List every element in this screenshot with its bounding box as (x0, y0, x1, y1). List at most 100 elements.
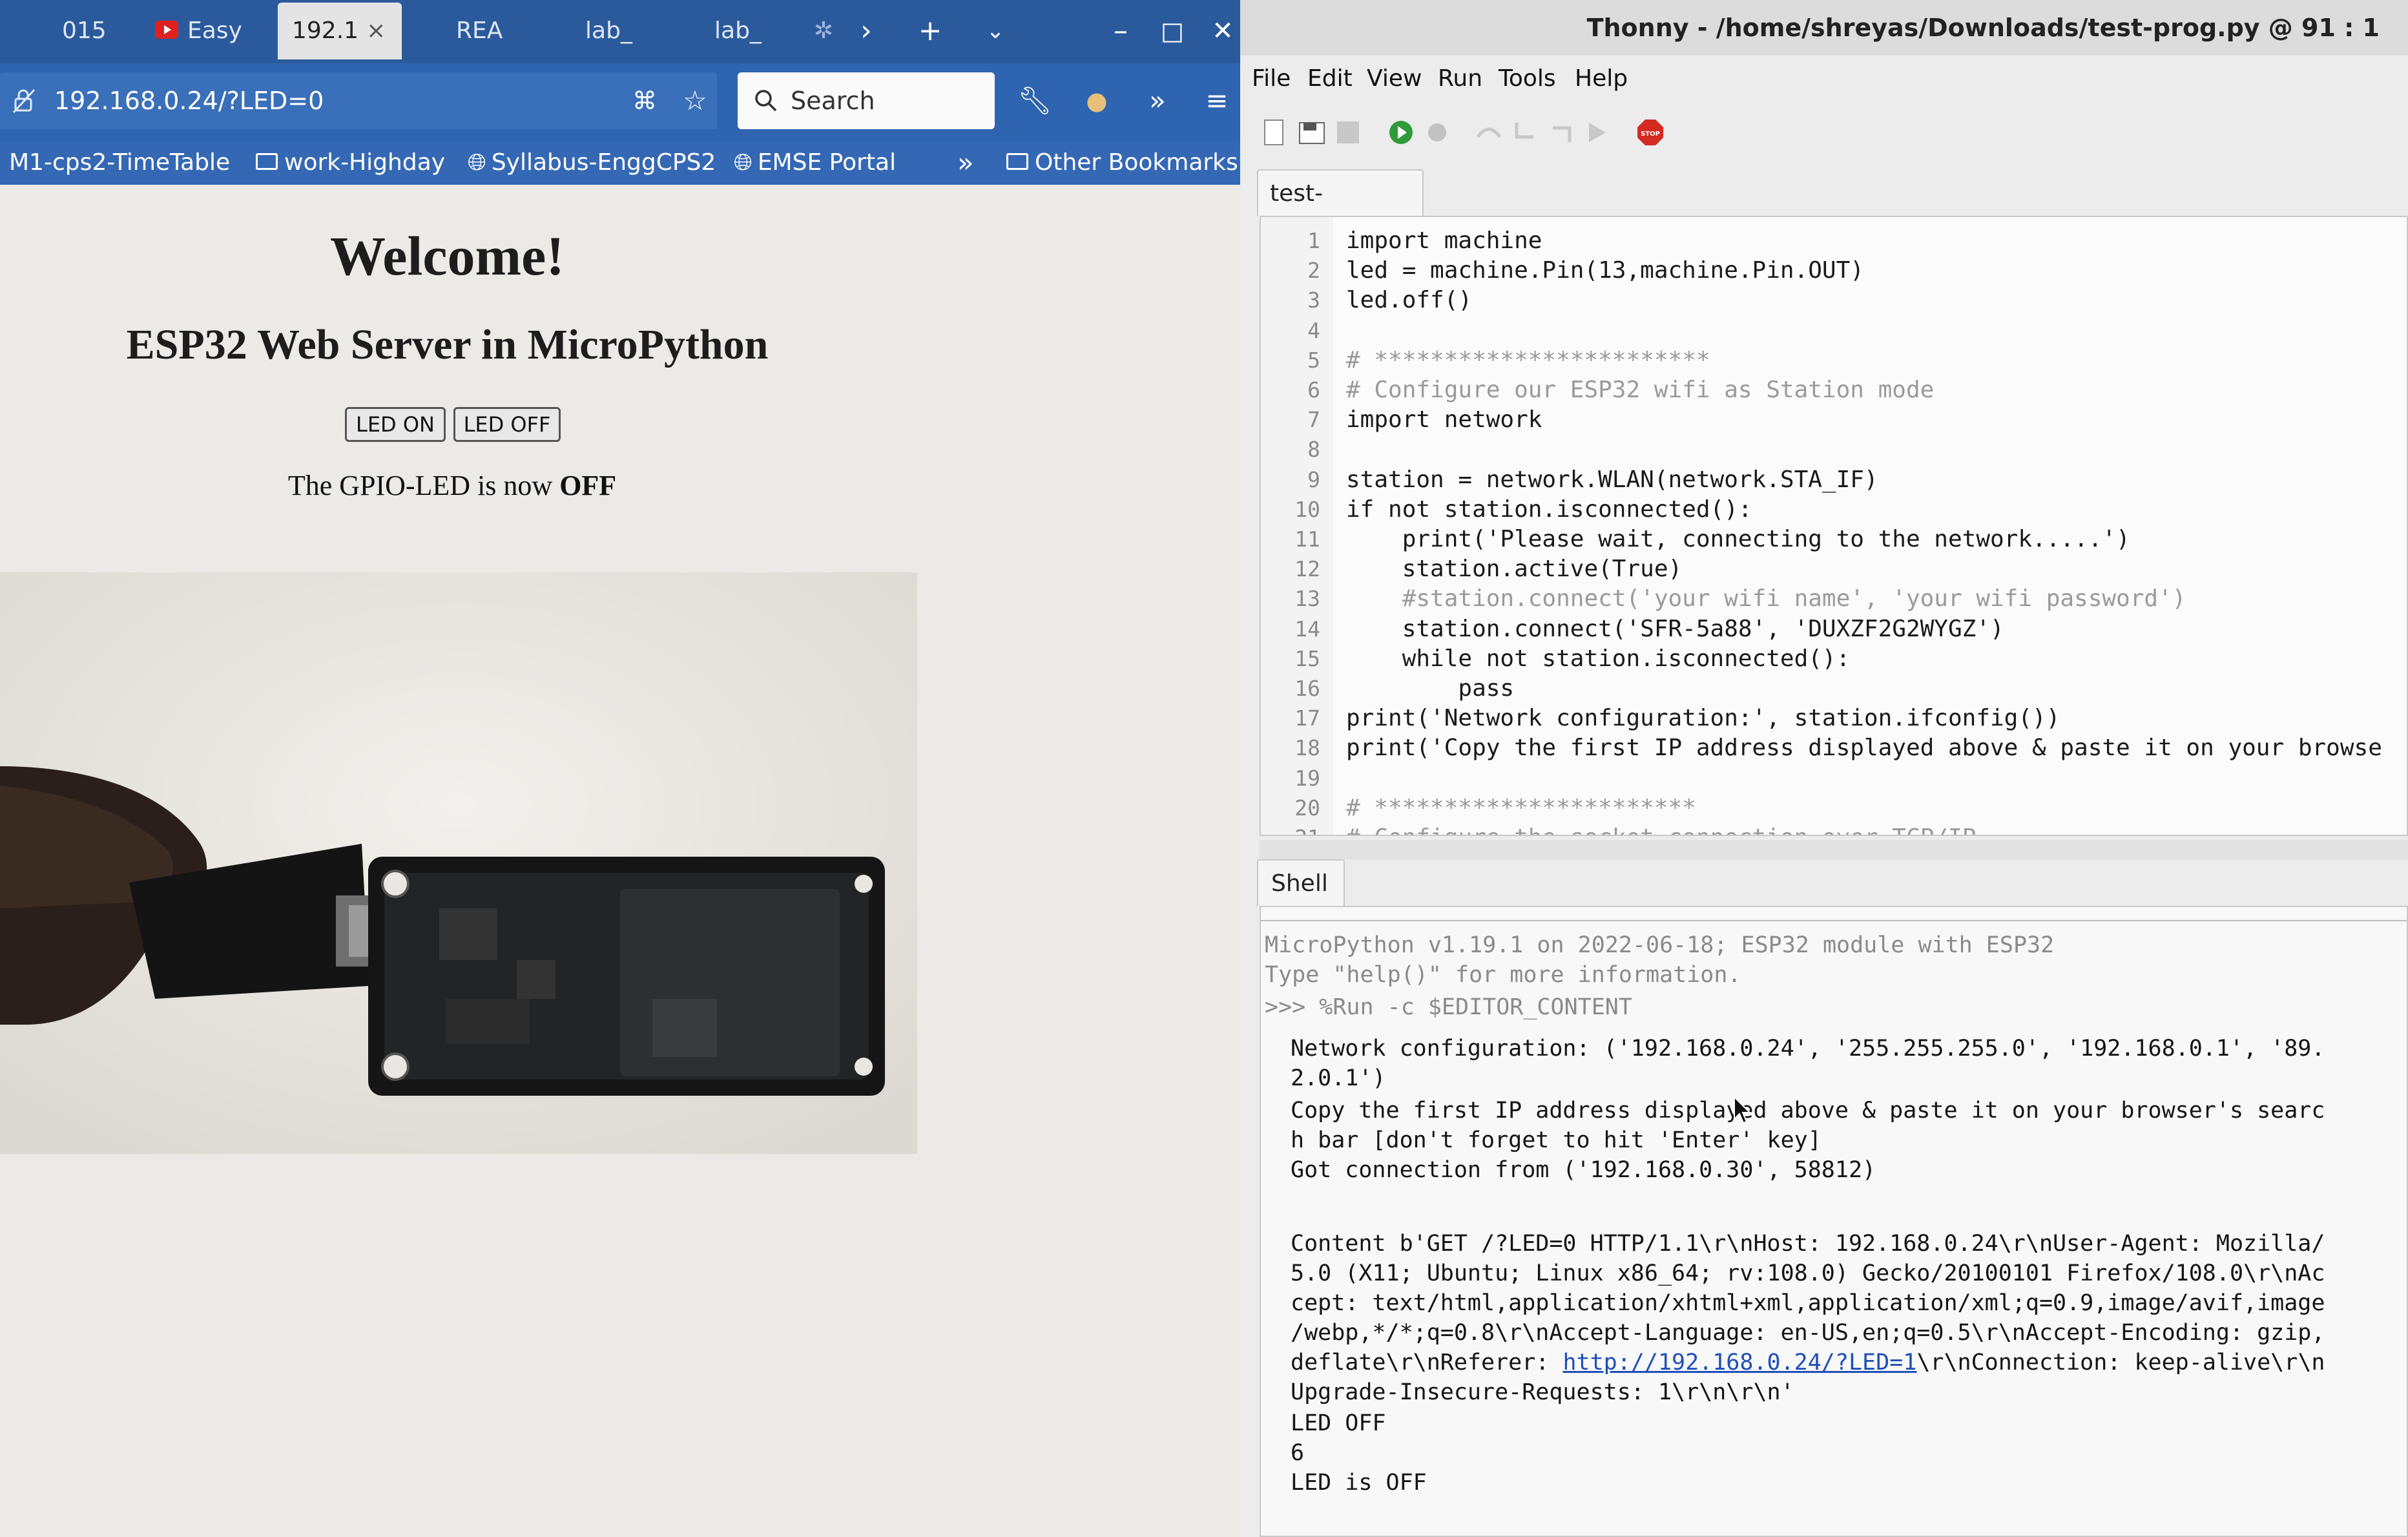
bookmark-emse-portal[interactable]: 🌐︎ EMSE Portal (734, 141, 896, 185)
bookmark-star-icon[interactable]: ☆ (676, 72, 714, 129)
step-into-icon[interactable] (1510, 118, 1540, 147)
code-line[interactable]: #station.connect('your wifi name', 'your… (1346, 584, 2186, 614)
stop-icon[interactable]: STOP (1635, 118, 1665, 147)
code-line[interactable]: led = machine.Pin(13,machine.Pin.OUT) (1346, 256, 1864, 286)
bookmark-label: Syllabus-EnggCPS2 (491, 149, 716, 176)
wrench-icon[interactable]: 🔧︎ (1015, 72, 1054, 129)
code-line[interactable]: station.active(True) (1346, 554, 1682, 584)
code-line[interactable]: station.connect('SFR-5a88', 'DUXZF2G2WYG… (1346, 614, 2004, 644)
step-out-icon[interactable] (1546, 118, 1576, 147)
shell-line: 2.0.1') (1291, 1065, 1386, 1091)
shell-pane[interactable]: MicroPython v1.19.1 on 2022-06-18; ESP32… (1260, 906, 2408, 1537)
line-number: 9 (1307, 466, 1320, 492)
line-number: 21 (1261, 823, 1320, 835)
bookmark-other-bookmarks[interactable]: Other Bookmarks (1006, 141, 1238, 185)
line-number: 15 (1294, 645, 1320, 671)
tab-label: REA (456, 17, 503, 44)
shell-line: Content b'GET /?LED=0 HTTP/1.1\r\nHost: … (1291, 1231, 2325, 1257)
debug-icon[interactable] (1422, 118, 1452, 147)
tab-1[interactable]: 015 (62, 3, 114, 59)
code-line[interactable]: import network (1346, 405, 1542, 435)
line-number: 20 (1294, 795, 1320, 821)
menu-run[interactable]: Run (1438, 56, 1482, 102)
bookmark-syllabus[interactable]: 🌐︎ Syllabus-EnggCPS2 (468, 141, 716, 185)
shell-line: Type "help()" for more information. (1265, 962, 1741, 988)
step-over-icon[interactable] (1474, 118, 1504, 147)
code-line[interactable]: # Configure the socket connection over T… (1346, 823, 1976, 835)
url-bar[interactable]: 192.168.0.24/?LED=0 ⌘ ☆ (0, 72, 717, 129)
extensions-overflow-icon[interactable]: » (1138, 72, 1177, 129)
led-on-button[interactable]: LED ON (345, 407, 446, 442)
code-line[interactable]: # Configure our ESP32 wifi as Station mo… (1346, 375, 1934, 405)
tab-active[interactable]: 192.1 × (278, 3, 402, 59)
code-line[interactable]: pass (1346, 674, 1514, 704)
editor-tab[interactable]: test-prog.py× (1257, 169, 1424, 253)
tabs-scroll-right-icon[interactable]: › (850, 3, 882, 59)
line-number: 12 (1294, 556, 1320, 582)
close-window-icon[interactable]: ✕ (1207, 3, 1239, 59)
new-file-icon[interactable] (1260, 118, 1289, 147)
code-line[interactable]: # ************************ (1346, 346, 1710, 375)
save-file-icon[interactable] (1333, 118, 1363, 147)
bookmark-label: M1-cps2-TimeTable (9, 149, 231, 176)
hamburger-menu-icon[interactable]: ≡ (1198, 72, 1236, 129)
tab-6[interactable]: lab_ (714, 3, 766, 59)
tab-5[interactable]: lab_ (585, 3, 637, 59)
line-number: 6 (1307, 377, 1320, 403)
toolbar: STOP (1240, 102, 2408, 167)
bookmark-label: work-Highday (284, 149, 446, 176)
menu-help[interactable]: Help (1575, 56, 1628, 102)
translate-icon[interactable]: ⌘ (625, 72, 664, 129)
line-number-gutter: 123456789101112131415161718192021 (1261, 217, 1333, 835)
code-line[interactable]: print('Please wait, connecting to the ne… (1346, 525, 2130, 554)
referer-link[interactable]: http://192.168.0.24/?LED=1 (1562, 1350, 1916, 1375)
line-number: 11 (1294, 527, 1320, 552)
code-line[interactable]: station = network.WLAN(network.STA_IF) (1346, 465, 1878, 495)
menu-tools[interactable]: Tools (1499, 56, 1556, 102)
code-line[interactable]: # *********************** (1346, 793, 1696, 823)
run-icon[interactable] (1386, 118, 1416, 147)
menu-file[interactable]: File (1252, 56, 1291, 102)
code-line[interactable]: while not station.isconnected(): (1346, 644, 1851, 674)
shell-line: 6 (1291, 1440, 1305, 1466)
url-text[interactable]: 192.168.0.24/?LED=0 (54, 72, 324, 129)
shell-line: h bar [don't forget to hit 'Enter' key] (1291, 1127, 1822, 1153)
minimize-icon[interactable]: – (1105, 3, 1137, 59)
code-line[interactable]: led.off() (1346, 286, 1472, 315)
bookmark-work-highday[interactable]: work-Highday (256, 141, 445, 185)
line-number: 8 (1307, 437, 1320, 463)
open-file-icon[interactable] (1297, 118, 1327, 147)
line-number: 16 (1294, 676, 1320, 701)
maximize-icon[interactable]: □ (1156, 3, 1188, 59)
account-icon[interactable]: ● (1077, 72, 1116, 129)
shell-line: Network configuration: ('192.168.0.24', … (1291, 1036, 2325, 1061)
code-line[interactable]: print('Copy the first IP address display… (1346, 733, 2382, 763)
pane-splitter[interactable] (1260, 840, 2408, 859)
menu-view[interactable]: View (1367, 56, 1422, 102)
new-tab-icon[interactable]: + (911, 3, 950, 59)
bookmarks-overflow-icon[interactable]: » (957, 141, 974, 185)
bookmarks-toolbar: M1-cps2-TimeTable work-Highday 🌐︎ Syllabu… (0, 141, 1240, 185)
code-line[interactable]: if not station.isconnected(): (1346, 495, 1752, 525)
web-page-content: Welcome! ESP32 Web Server in MicroPython… (0, 185, 1240, 1537)
bookmark-timetable[interactable]: M1-cps2-TimeTable (9, 141, 230, 185)
tab-4[interactable]: REA (456, 3, 514, 59)
code-editor[interactable]: 123456789101112131415161718192021 import… (1260, 216, 2408, 836)
search-box[interactable]: Search (738, 72, 995, 129)
shell-line: Upgrade-Insecure-Requests: 1\r\n\r\n' (1291, 1379, 1794, 1405)
shell-tab[interactable]: Shell (1257, 859, 1345, 906)
code-line[interactable]: print('Network configuration:', station.… (1346, 704, 2060, 733)
navigation-bar: 192.168.0.24/?LED=0 ⌘ ☆ Search 🔧︎ ● » ≡ (0, 63, 1240, 141)
tab-close-icon[interactable]: × (366, 17, 386, 44)
bookmark-label: EMSE Portal (757, 149, 897, 176)
code-line[interactable]: import machine (1346, 226, 1542, 256)
tab-youtube[interactable]: Easy (155, 3, 245, 59)
menu-edit[interactable]: Edit (1307, 56, 1353, 102)
led-off-button[interactable]: LED OFF (453, 407, 561, 442)
mouse-cursor-icon (1734, 1096, 1752, 1124)
shell-line: MicroPython v1.19.1 on 2022-06-18; ESP32… (1265, 932, 2055, 958)
shell-divider (1261, 920, 2407, 921)
resume-icon[interactable] (1583, 118, 1612, 147)
folder-icon (1006, 153, 1028, 170)
tab-list-icon[interactable]: ⌄ (979, 3, 1012, 59)
